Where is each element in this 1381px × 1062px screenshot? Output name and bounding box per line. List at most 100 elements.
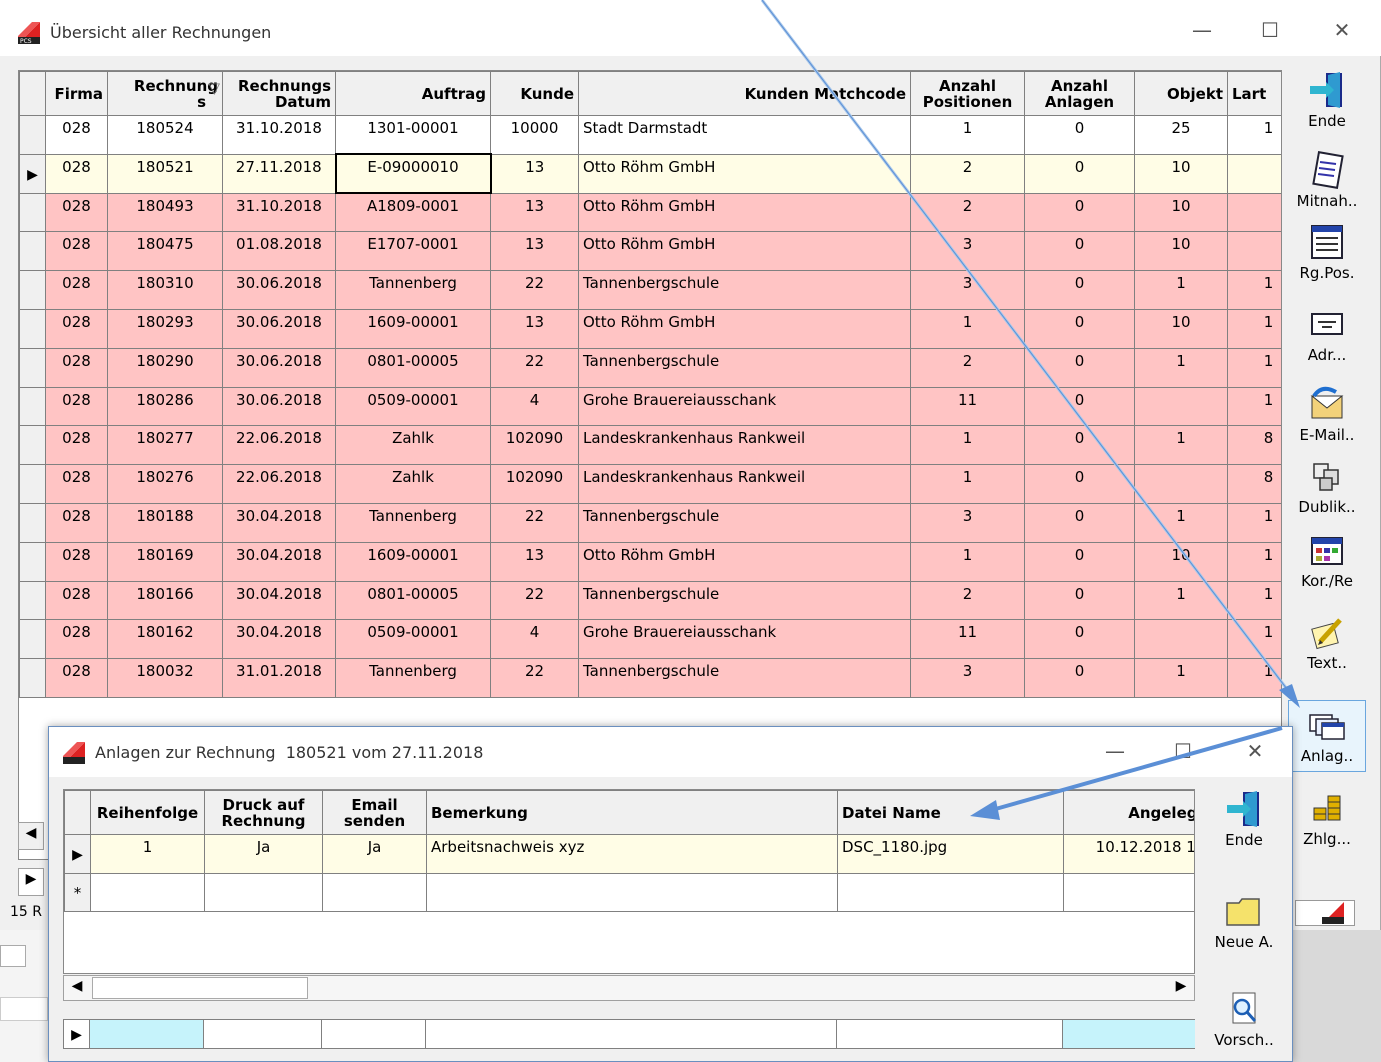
cell-auftrag[interactable]: 0509-00001 [335, 619, 491, 660]
invoice-row[interactable]: 028 180276 22.06.2018 Zahlk 102090 Landeskran… [19, 464, 1281, 504]
cell-auftrag[interactable]: Tannenberg [335, 270, 491, 310]
cell-firma[interactable]: 028 [45, 153, 108, 194]
cell-objekt[interactable] [1134, 619, 1228, 660]
cell-datum[interactable]: 30.04.2018 [222, 580, 336, 621]
cell-datei[interactable]: DSC_1180.jpg [837, 834, 1064, 874]
cell-pos[interactable]: 1 [910, 425, 1025, 466]
email-button[interactable]: E-Mail.. [1288, 384, 1366, 444]
invoice-row[interactable]: 028 180310 30.06.2018 Tannenberg 22 Tannenber… [19, 270, 1281, 310]
cell-angelegt[interactable]: 10.12.2018 13:1 [1063, 834, 1194, 874]
row-selector[interactable] [19, 270, 46, 310]
new-cell[interactable] [837, 873, 1064, 912]
cell-nr[interactable]: 180032 [107, 658, 223, 698]
cell-anl[interactable]: 0 [1024, 347, 1135, 388]
cell-kunde[interactable]: 13 [490, 192, 579, 233]
maximize-button[interactable]: ☐ [1163, 739, 1203, 763]
scroll-left-button[interactable]: ◀ [18, 822, 44, 850]
zhlg-button[interactable]: Zhlg... [1288, 788, 1366, 848]
close-button[interactable]: ✕ [1235, 739, 1275, 763]
cell-nr[interactable]: 180277 [107, 425, 223, 466]
cell-match[interactable]: Tannenbergschule [578, 270, 911, 310]
cell-lart[interactable]: 1 [1227, 658, 1281, 698]
invoice-row[interactable]: 028 180475 01.08.2018 E1707-0001 13 Otto Röhm… [19, 231, 1281, 272]
cell-anl[interactable]: 0 [1024, 580, 1135, 621]
cell-lart[interactable] [1227, 192, 1281, 233]
row-selector[interactable] [19, 115, 46, 155]
invoice-row[interactable]: 028 180524 31.10.2018 1301-00001 10000 Stadt … [19, 115, 1281, 155]
cell-lart[interactable]: 8 [1227, 464, 1281, 504]
cell-auftrag[interactable]: Zahlk [335, 425, 491, 466]
invoice-row[interactable]: 028 180286 30.06.2018 0509-00001 4 Grohe Brau… [19, 386, 1281, 427]
col-header-datei[interactable]: Datei Name [837, 790, 1064, 835]
cell-datum[interactable]: 31.10.2018 [222, 192, 336, 233]
cell-auftrag[interactable]: A1809-0001 [335, 192, 491, 233]
row-selector[interactable] [19, 308, 46, 349]
cell-kunde[interactable]: 13 [490, 231, 579, 272]
cell-match[interactable]: Landeskrankenhaus Rankweil [578, 464, 911, 504]
cell-datum[interactable]: 30.06.2018 [222, 270, 336, 310]
cell-pos[interactable]: 3 [910, 658, 1025, 698]
close-button[interactable]: ✕ [1322, 18, 1362, 42]
cell-match[interactable]: Otto Röhm GmbH [578, 541, 911, 582]
rgpos-button[interactable]: Rg.Pos. [1288, 222, 1366, 282]
cell-auftrag[interactable]: Tannenberg [335, 658, 491, 698]
cell-firma[interactable]: 028 [45, 386, 108, 427]
invoice-row[interactable]: ▶ 028 180521 27.11.2018 E-09000010 13 Otto Röh… [19, 153, 1281, 195]
col-header-lart[interactable]: Lart [1227, 71, 1281, 116]
cell-datum[interactable]: 31.10.2018 [222, 115, 336, 155]
anlag-button[interactable]: Anlag.. [1288, 700, 1366, 772]
row-selector[interactable] [19, 425, 46, 466]
col-header-rechnung[interactable]: Rechnung ▽ s [107, 71, 223, 116]
cell-auftrag[interactable]: 0801-00005 [335, 347, 491, 388]
col-header-auftrag[interactable]: Auftrag [335, 71, 491, 116]
cell-anl[interactable]: 0 [1024, 425, 1135, 466]
cell-match[interactable]: Stadt Darmstadt [578, 115, 911, 155]
cell-objekt[interactable]: 10 [1134, 231, 1228, 272]
cell-auftrag[interactable]: 1609-00001 [335, 541, 491, 582]
cell-objekt[interactable]: 10 [1134, 153, 1228, 194]
cell-pos[interactable]: 2 [910, 192, 1025, 233]
cell-nr[interactable]: 180524 [107, 115, 223, 155]
cell-kunde[interactable]: 13 [490, 541, 579, 582]
row-selector[interactable] [19, 192, 46, 233]
cell-objekt[interactable]: 10 [1134, 308, 1228, 349]
cell-anl[interactable]: 0 [1024, 115, 1135, 155]
cell-auftrag[interactable]: 0801-00005 [335, 580, 491, 621]
cell-kunde[interactable]: 4 [490, 619, 579, 660]
cell-anl[interactable]: 0 [1024, 308, 1135, 349]
cell-firma[interactable]: 028 [45, 619, 108, 660]
cell-match[interactable]: Otto Röhm GmbH [578, 153, 911, 194]
ende-button[interactable]: Ende [1205, 789, 1283, 849]
attachment-row[interactable]: ▶ 1 Ja Ja Arbeitsnachweis xyz DSC_1180.j… [64, 834, 1194, 874]
new-cell[interactable] [426, 873, 838, 912]
cell-firma[interactable]: 028 [45, 347, 108, 388]
col-header-firma[interactable]: Firma [45, 71, 108, 116]
cell-firma[interactable]: 028 [45, 464, 108, 504]
col-header-email[interactable]: Email senden [322, 790, 427, 835]
cell-datum[interactable]: 22.06.2018 [222, 425, 336, 466]
invoice-row[interactable]: 028 180162 30.04.2018 0509-00001 4 Grohe Brau… [19, 619, 1281, 660]
cell-kunde[interactable]: 13 [490, 153, 579, 194]
cell-auftrag[interactable]: 0509-00001 [335, 386, 491, 427]
cell-objekt[interactable]: 1 [1134, 270, 1228, 310]
cell-firma[interactable]: 028 [45, 425, 108, 466]
col-header-kunde[interactable]: Kunde [490, 71, 579, 116]
invoice-row[interactable]: 028 180293 30.06.2018 1609-00001 13 Otto Röhm… [19, 308, 1281, 349]
cell-firma[interactable]: 028 [45, 115, 108, 155]
cell-objekt[interactable]: 1 [1134, 425, 1228, 466]
cell-bemerkung[interactable]: Arbeitsnachweis xyz [426, 834, 838, 874]
new-cell[interactable] [322, 873, 427, 912]
cell-match[interactable]: Tannenbergschule [578, 502, 911, 543]
cell-anl[interactable]: 0 [1024, 464, 1135, 504]
text-button[interactable]: Text.. [1288, 612, 1366, 672]
col-header-angelegt[interactable]: Angelegt a [1063, 790, 1194, 835]
cell-reihenfolge[interactable]: 1 [90, 834, 205, 874]
cell-nr[interactable]: 180166 [107, 580, 223, 621]
cell-kunde[interactable]: 102090 [490, 464, 579, 504]
cell-auftrag[interactable]: E1707-0001 [335, 231, 491, 272]
cell-pos[interactable]: 3 [910, 270, 1025, 310]
col-header-objekt[interactable]: Objekt [1134, 71, 1228, 116]
col-header-positionen[interactable]: Anzahl Positionen [910, 71, 1025, 116]
cell-match[interactable]: Tannenbergschule [578, 580, 911, 621]
cell-match[interactable]: Grohe Brauereiausschank [578, 619, 911, 660]
